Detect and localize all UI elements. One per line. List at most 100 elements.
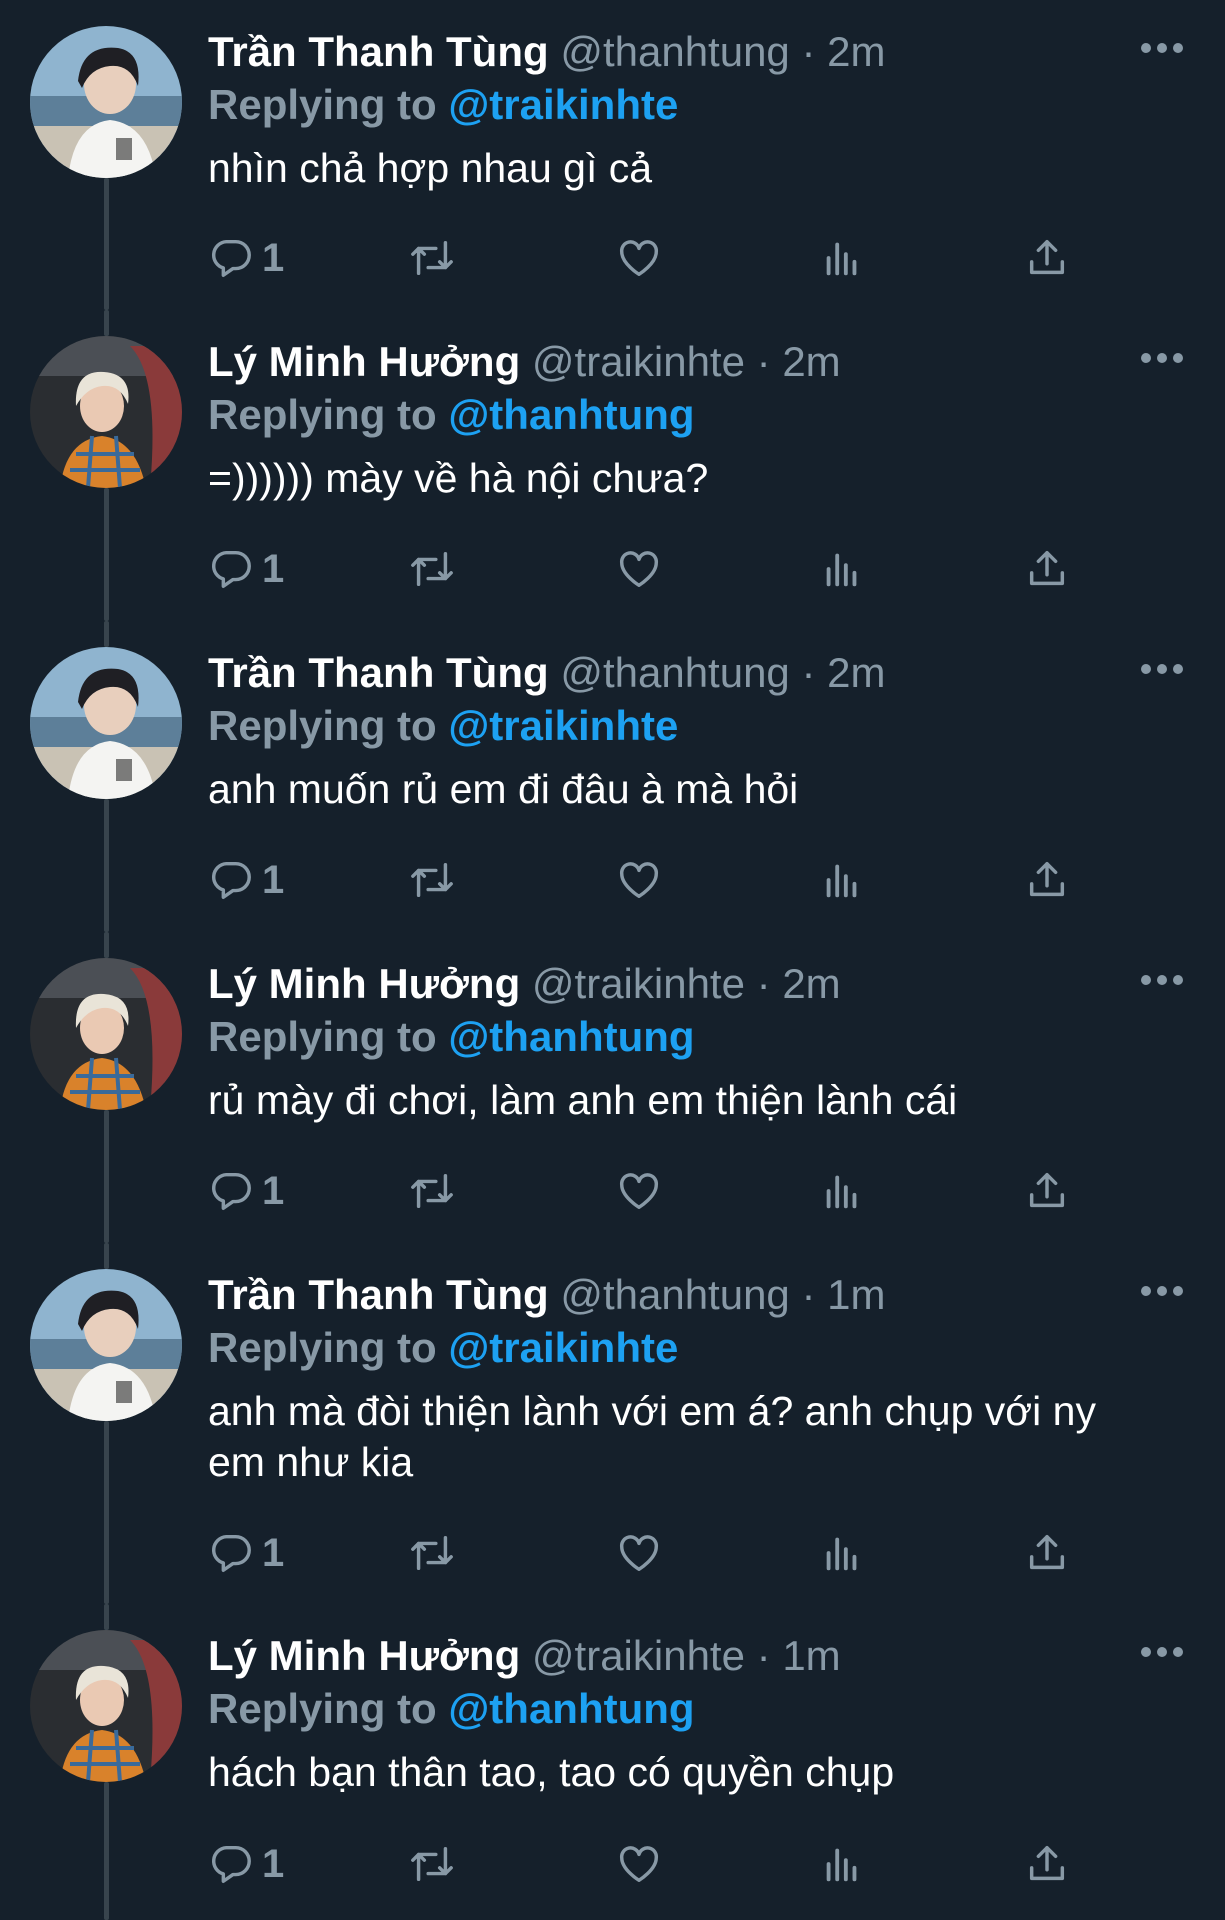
avatar[interactable] bbox=[30, 1269, 182, 1421]
replying-to-handle[interactable]: @thanhtung bbox=[448, 1685, 694, 1732]
timestamp[interactable]: 1m bbox=[782, 1632, 840, 1679]
tweet-actions: 1 bbox=[208, 1523, 1108, 1583]
avatar[interactable] bbox=[30, 1630, 182, 1782]
analytics-button[interactable] bbox=[819, 228, 865, 288]
retweet-icon bbox=[411, 1846, 453, 1882]
more-icon[interactable] bbox=[1140, 350, 1184, 366]
retweet-icon bbox=[411, 862, 453, 898]
display-name[interactable]: Trần Thanh Tùng bbox=[208, 1271, 549, 1318]
share-button[interactable] bbox=[1024, 1161, 1070, 1221]
tweet[interactable]: Trần Thanh Tùng @thanhtung · 1m Replying… bbox=[0, 1243, 1225, 1604]
avatar[interactable] bbox=[30, 336, 182, 488]
user-handle[interactable]: @traikinhte bbox=[532, 960, 745, 1007]
separator: · bbox=[801, 1271, 816, 1318]
tweet-thread: Trần Thanh Tùng @thanhtung · 2m Replying… bbox=[0, 0, 1225, 1920]
separator: · bbox=[801, 649, 816, 696]
share-icon bbox=[1029, 239, 1065, 275]
user-handle[interactable]: @traikinhte bbox=[532, 1632, 745, 1679]
analytics-button[interactable] bbox=[819, 1523, 865, 1583]
reply-button[interactable]: 1 bbox=[208, 1834, 284, 1894]
separator: · bbox=[756, 960, 771, 1007]
analytics-button[interactable] bbox=[819, 850, 865, 910]
more-icon[interactable] bbox=[1140, 661, 1184, 677]
share-button[interactable] bbox=[1024, 850, 1070, 910]
avatar[interactable] bbox=[30, 647, 182, 799]
display-name[interactable]: Lý Minh Hưởng bbox=[208, 1632, 520, 1679]
timestamp[interactable]: 1m bbox=[827, 1271, 885, 1318]
reply-button[interactable]: 1 bbox=[208, 1161, 284, 1221]
separator: · bbox=[756, 1632, 771, 1679]
tweet[interactable]: Lý Minh Hưởng @traikinhte · 2m Replying … bbox=[0, 932, 1225, 1243]
avatar[interactable] bbox=[30, 26, 182, 178]
display-name[interactable]: Lý Minh Hưởng bbox=[208, 960, 520, 1007]
share-icon bbox=[1029, 1172, 1065, 1208]
retweet-button[interactable] bbox=[406, 850, 458, 910]
user-handle[interactable]: @thanhtung bbox=[560, 28, 789, 75]
timestamp[interactable]: 2m bbox=[827, 649, 885, 696]
more-icon[interactable] bbox=[1140, 1644, 1184, 1660]
replying-to-label: Replying to bbox=[208, 81, 437, 128]
display-name[interactable]: Trần Thanh Tùng bbox=[208, 28, 549, 75]
retweet-button[interactable] bbox=[406, 539, 458, 599]
reply-icon bbox=[211, 550, 251, 588]
replying-to-handle[interactable]: @thanhtung bbox=[448, 1013, 694, 1060]
replying-to-label: Replying to bbox=[208, 702, 437, 749]
like-button[interactable] bbox=[616, 1523, 662, 1583]
avatar[interactable] bbox=[30, 958, 182, 1110]
tweet-actions: 1 bbox=[208, 1161, 1108, 1221]
like-button[interactable] bbox=[616, 228, 662, 288]
share-button[interactable] bbox=[1024, 539, 1070, 599]
timestamp[interactable]: 2m bbox=[782, 338, 840, 385]
tweet-actions: 1 bbox=[208, 1834, 1108, 1894]
reply-button[interactable]: 1 bbox=[208, 850, 284, 910]
more-icon[interactable] bbox=[1140, 40, 1184, 56]
share-button[interactable] bbox=[1024, 1834, 1070, 1894]
tweet[interactable]: Trần Thanh Tùng @thanhtung · 2m Replying… bbox=[0, 0, 1225, 310]
more-icon[interactable] bbox=[1140, 972, 1184, 988]
analytics-button[interactable] bbox=[819, 1834, 865, 1894]
share-button[interactable] bbox=[1024, 1523, 1070, 1583]
timestamp[interactable]: 2m bbox=[782, 960, 840, 1007]
user-handle[interactable]: @thanhtung bbox=[560, 1271, 789, 1318]
analytics-button[interactable] bbox=[819, 1161, 865, 1221]
like-icon bbox=[620, 551, 658, 588]
display-name[interactable]: Lý Minh Hưởng bbox=[208, 338, 520, 385]
timestamp[interactable]: 2m bbox=[827, 28, 885, 75]
thread-connector-line bbox=[104, 621, 109, 647]
replying-to-handle[interactable]: @thanhtung bbox=[448, 391, 694, 438]
replying-to-label: Replying to bbox=[208, 1013, 437, 1060]
more-icon[interactable] bbox=[1140, 1283, 1184, 1299]
analytics-icon bbox=[826, 864, 857, 898]
display-name[interactable]: Trần Thanh Tùng bbox=[208, 649, 549, 696]
like-button[interactable] bbox=[616, 850, 662, 910]
reply-button[interactable]: 1 bbox=[208, 228, 284, 288]
reply-button[interactable]: 1 bbox=[208, 1523, 284, 1583]
replying-to: Replying to @traikinhte bbox=[208, 1321, 678, 1375]
replying-to-handle[interactable]: @traikinhte bbox=[448, 1324, 678, 1371]
tweet-actions: 1 bbox=[208, 539, 1108, 599]
like-button[interactable] bbox=[616, 1161, 662, 1221]
like-button[interactable] bbox=[616, 539, 662, 599]
user-handle[interactable]: @traikinhte bbox=[532, 338, 745, 385]
like-button[interactable] bbox=[616, 1834, 662, 1894]
replying-to: Replying to @thanhtung bbox=[208, 388, 695, 442]
replying-to-handle[interactable]: @traikinhte bbox=[448, 702, 678, 749]
replying-to-handle[interactable]: @traikinhte bbox=[448, 81, 678, 128]
tweet[interactable]: Lý Minh Hưởng @traikinhte · 1m Replying … bbox=[0, 1604, 1225, 1920]
thread-connector-line bbox=[104, 1110, 109, 1243]
tweet[interactable]: Lý Minh Hưởng @traikinhte · 2m Replying … bbox=[0, 310, 1225, 621]
retweet-button[interactable] bbox=[406, 1161, 458, 1221]
user-handle[interactable]: @thanhtung bbox=[560, 649, 789, 696]
tweet[interactable]: Trần Thanh Tùng @thanhtung · 2m Replying… bbox=[0, 621, 1225, 932]
retweet-button[interactable] bbox=[406, 1523, 458, 1583]
share-button[interactable] bbox=[1024, 228, 1070, 288]
retweet-button[interactable] bbox=[406, 228, 458, 288]
tweet-text: rủ mày đi chơi, làm anh em thiện lành cá… bbox=[208, 1077, 958, 1123]
reply-button[interactable]: 1 bbox=[208, 539, 284, 599]
retweet-button[interactable] bbox=[406, 1834, 458, 1894]
analytics-button[interactable] bbox=[819, 539, 865, 599]
thread-connector-line bbox=[104, 178, 109, 310]
replying-to-label: Replying to bbox=[208, 1324, 437, 1371]
thread-connector-line bbox=[104, 1604, 109, 1630]
share-icon bbox=[1029, 550, 1065, 586]
